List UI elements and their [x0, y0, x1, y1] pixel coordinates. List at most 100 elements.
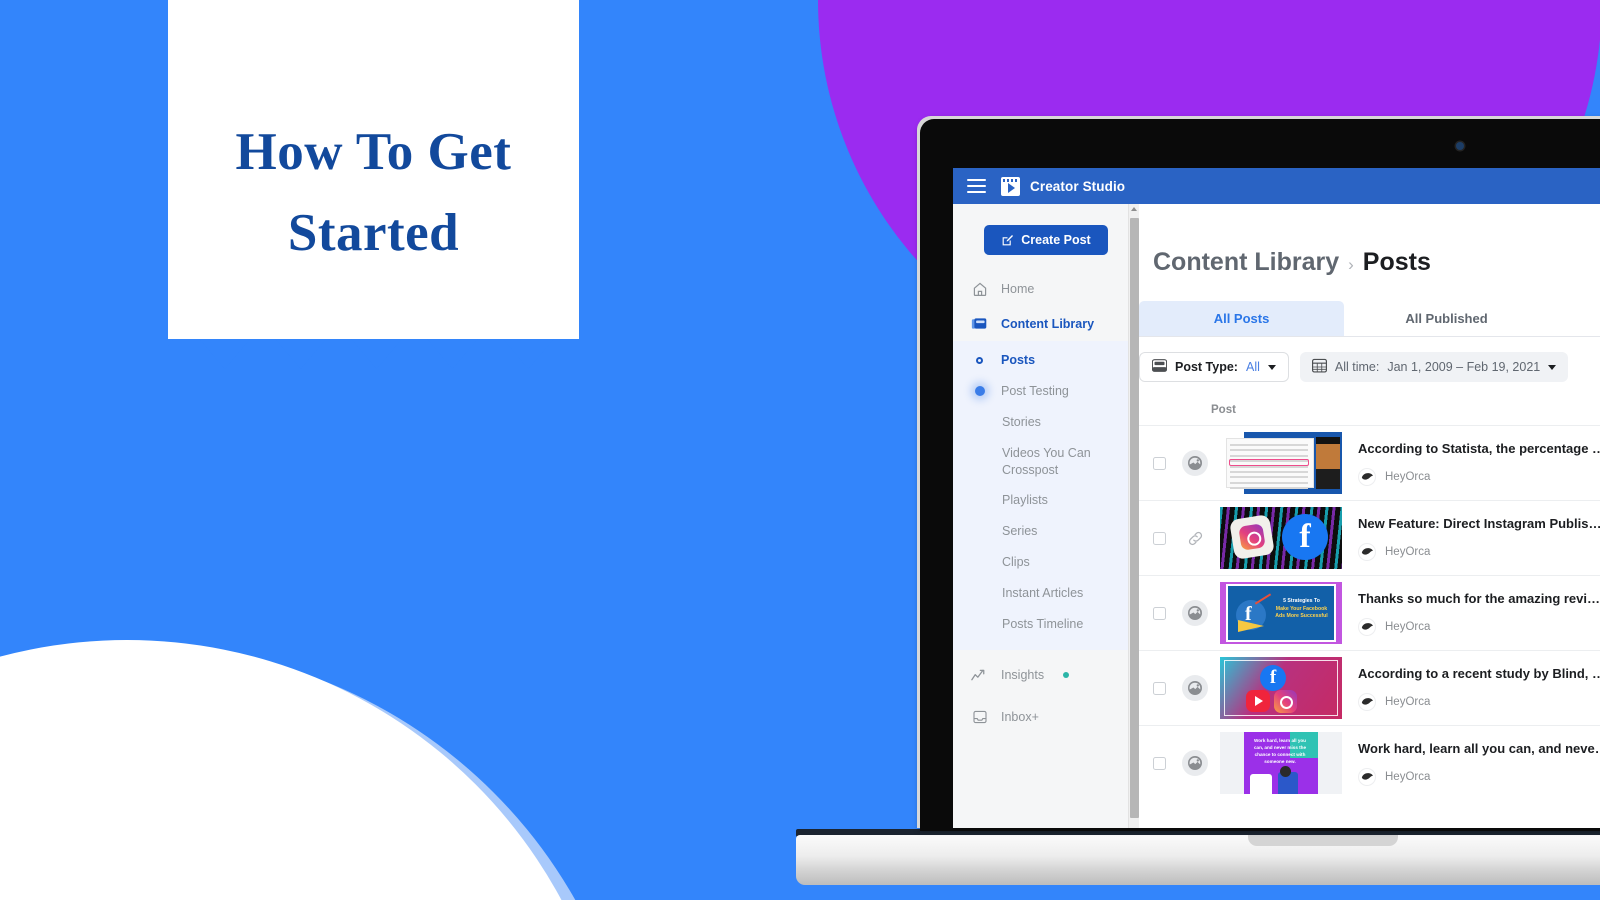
decorative-white-circle: [0, 640, 620, 900]
insights-chart-icon: [971, 667, 988, 684]
breadcrumb: Content Library › Posts: [1139, 204, 1600, 277]
avatar: [1358, 542, 1376, 561]
zigzag-edge-decoration: [168, 339, 579, 374]
column-header-post: Post: [1211, 404, 1236, 416]
home-icon: [971, 280, 988, 297]
sidebar-item-videos-crosspost[interactable]: Videos You Can Crosspost: [953, 438, 1139, 486]
photo-icon: [1182, 750, 1208, 776]
link-icon: [1182, 525, 1208, 551]
laptop-base: [796, 835, 1600, 885]
create-post-button[interactable]: Create Post: [984, 225, 1108, 255]
sidebar-item-posts-timeline-label: Posts Timeline: [1002, 616, 1084, 631]
sidebar-primary-nav: Home Content Library: [953, 255, 1139, 341]
row-checkbox[interactable]: [1153, 681, 1166, 695]
laptop-base-notch: [1248, 835, 1398, 846]
hamburger-icon[interactable]: [967, 179, 986, 193]
sidebar-item-series[interactable]: Series: [953, 516, 1139, 547]
table-row[interactable]: Work hard, learn all you can, and never …: [1139, 725, 1600, 800]
row-checkbox[interactable]: [1153, 456, 1166, 470]
sidebar-item-playlists-label: Playlists: [1002, 493, 1048, 508]
laptop-mockup: Creator Studio Create Post Home Content …: [796, 119, 1600, 885]
table-row[interactable]: f According to a recent study by Blind, …: [1139, 650, 1600, 725]
scroll-up-arrow-icon[interactable]: [1131, 207, 1137, 211]
post-title[interactable]: According to Statista, the percentage …: [1358, 441, 1600, 456]
post-page-name: HeyOrca: [1385, 545, 1431, 558]
date-range-filter[interactable]: All time: Jan 1, 2009 – Feb 19, 2021: [1299, 352, 1569, 382]
tab-all-published[interactable]: All Published: [1344, 301, 1549, 336]
post-info: According to Statista, the percentage … …: [1358, 441, 1600, 486]
table-row[interactable]: f 5 Strategies To Make Your Facebook Ads…: [1139, 575, 1600, 650]
sidebar-scrollbar-thumb[interactable]: [1130, 218, 1139, 818]
calendar-icon: [1311, 358, 1327, 376]
row-checkbox[interactable]: [1153, 606, 1166, 620]
post-page-name: HeyOrca: [1385, 620, 1431, 633]
thumb3-line3: Ads More Successful: [1275, 613, 1328, 620]
post-type-filter-value: All: [1245, 360, 1260, 374]
sidebar-scrollbar[interactable]: [1128, 204, 1139, 828]
sidebar-item-clips[interactable]: Clips: [953, 547, 1139, 578]
post-title[interactable]: Thanks so much for the amazing revi…: [1358, 591, 1600, 606]
post-type-icon: [1151, 359, 1168, 375]
insights-badge-dot: [1063, 672, 1070, 679]
photo-icon: [1182, 675, 1208, 701]
sidebar-item-posts-timeline[interactable]: Posts Timeline: [953, 609, 1139, 640]
sidebar-item-inbox[interactable]: Inbox+: [953, 693, 1139, 735]
breadcrumb-parent[interactable]: Content Library: [1153, 248, 1339, 277]
inbox-icon: [971, 709, 988, 726]
compose-pencil-icon: [1001, 234, 1014, 247]
row-checkbox[interactable]: [1153, 756, 1166, 770]
post-thumbnail[interactable]: f: [1220, 657, 1342, 719]
post-thumbnail[interactable]: f 5 Strategies To Make Your Facebook Ads…: [1220, 582, 1342, 644]
tab-all-published-label: All Published: [1405, 311, 1488, 326]
avatar: [1358, 692, 1376, 711]
thumb3-line1: 5 Strategies To: [1283, 598, 1320, 604]
laptop-lid: Creator Studio Create Post Home Content …: [920, 119, 1600, 831]
app-topbar: Creator Studio: [953, 168, 1600, 204]
filter-bar: Post Type: All All time: Jan 1, 2009 – F…: [1139, 337, 1600, 382]
sidebar-item-playlists[interactable]: Playlists: [953, 485, 1139, 516]
brand[interactable]: Creator Studio: [1001, 176, 1126, 196]
post-page-name: HeyOrca: [1385, 470, 1431, 483]
post-type-filter-label: Post Type:: [1175, 360, 1238, 374]
promo-title: How To Get Started: [168, 0, 579, 273]
post-title[interactable]: Work hard, learn all you can, and neve…: [1358, 741, 1600, 756]
dot-bullet-icon: [971, 386, 988, 397]
promo-title-line2: Started: [287, 203, 460, 262]
ring-bullet-icon: [971, 356, 988, 364]
sidebar-item-home[interactable]: Home: [953, 271, 1139, 306]
post-thumbnail[interactable]: f: [1220, 507, 1342, 569]
post-page-name: HeyOrca: [1385, 695, 1431, 708]
sidebar-item-insights[interactable]: Insights: [953, 658, 1139, 693]
post-title[interactable]: New Feature: Direct Instagram Publis…: [1358, 516, 1600, 531]
post-thumbnail[interactable]: [1220, 432, 1342, 494]
sidebar-item-home-label: Home: [1001, 281, 1035, 296]
sidebar-item-instant-articles-label: Instant Articles: [1002, 586, 1084, 600]
sidebar-item-post-testing[interactable]: Post Testing: [953, 376, 1139, 407]
sidebar-item-content-library[interactable]: Content Library: [953, 306, 1139, 341]
avatar: [1358, 767, 1376, 786]
date-range-filter-label: All time:: [1334, 360, 1380, 374]
sidebar-item-series-label: Series: [1002, 524, 1038, 539]
post-page-name: HeyOrca: [1385, 770, 1431, 783]
date-range-filter-value: Jan 1, 2009 – Feb 19, 2021: [1387, 360, 1541, 374]
row-checkbox[interactable]: [1153, 531, 1166, 545]
main-content: Content Library › Posts All Posts All Pu…: [1139, 204, 1600, 828]
sidebar-item-instant-articles[interactable]: Instant Articles: [953, 578, 1139, 609]
post-type-filter[interactable]: Post Type: All: [1139, 352, 1289, 382]
sidebar-item-videos-crosspost-label: Videos You Can Crosspost: [1002, 445, 1091, 477]
promo-title-card: How To Get Started: [168, 0, 579, 339]
post-title[interactable]: According to a recent study by Blind, …: [1358, 666, 1600, 681]
sidebar-item-posts-label: Posts: [1001, 353, 1036, 367]
tab-all-posts[interactable]: All Posts: [1139, 301, 1344, 336]
table-row[interactable]: According to Statista, the percentage … …: [1139, 425, 1600, 500]
sidebar-item-posts[interactable]: Posts: [953, 345, 1139, 376]
content-library-icon: [971, 315, 988, 332]
post-info: Work hard, learn all you can, and neve… …: [1358, 741, 1600, 786]
brand-name: Creator Studio: [1030, 178, 1126, 194]
sidebar-item-stories[interactable]: Stories: [953, 407, 1139, 438]
sidebar-item-inbox-label: Inbox+: [1001, 710, 1039, 725]
app-screen: Creator Studio Create Post Home Content …: [953, 168, 1600, 828]
avatar: [1358, 467, 1376, 486]
post-thumbnail[interactable]: Work hard, learn all you can, and never …: [1220, 732, 1342, 794]
table-row[interactable]: f New Feature: Direct Instagram Publis… …: [1139, 500, 1600, 575]
